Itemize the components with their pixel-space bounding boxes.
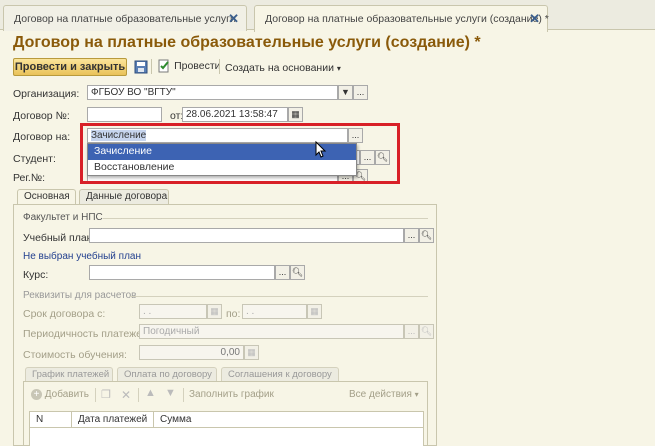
tab-contract-data[interactable]: Данные договора	[79, 189, 169, 204]
select-button[interactable]: ...	[275, 265, 290, 280]
contract-for-label: Договор на:	[13, 131, 71, 143]
search-icon[interactable]: 🔍︎	[419, 228, 434, 243]
toolbar-divider	[95, 388, 96, 402]
study-plan-label: Учебный план:	[23, 232, 96, 244]
toolbar-divider	[138, 388, 139, 402]
add-icon: +	[31, 389, 42, 400]
payment-section-label: Реквизиты для расчетов	[23, 290, 137, 301]
create-based-on-menu[interactable]: Создать на основании ▾	[225, 62, 341, 74]
create-based-on-label: Создать на основании	[225, 62, 334, 74]
calculator-icon[interactable]: ▦	[244, 345, 259, 360]
term-from-field[interactable]: . .	[139, 304, 207, 319]
column-header-payment-date[interactable]: Дата платежей	[72, 412, 154, 427]
add-button[interactable]: + Добавить	[31, 389, 89, 400]
calendar-icon[interactable]: ▦	[207, 304, 222, 319]
tab-contract-agreements[interactable]: Соглашения к договору	[221, 367, 339, 381]
tab-label: Договор на платные образовательные услуг…	[14, 13, 236, 25]
move-down-icon[interactable]: ▼	[165, 387, 176, 399]
fill-schedule-button[interactable]: Заполнить график	[189, 389, 274, 400]
highlight-box	[80, 123, 400, 184]
faculty-section-label: Факультет и НПС	[23, 212, 103, 223]
cost-label: Стоимость обучения:	[23, 349, 127, 361]
section-divider	[103, 218, 428, 219]
column-header-amount[interactable]: Сумма	[154, 412, 424, 427]
schedule-grid-body[interactable]	[29, 428, 424, 446]
all-actions-menu[interactable]: Все действия ▾	[349, 389, 419, 400]
close-icon[interactable]: ✕	[529, 11, 540, 27]
toolbar-divider	[219, 59, 220, 74]
date-field[interactable]: 28.06.2021 13:58:47	[182, 107, 288, 122]
calendar-icon[interactable]: ▦	[307, 304, 322, 319]
study-plan-field[interactable]	[89, 228, 404, 243]
search-icon[interactable]: 🔍︎	[419, 324, 434, 339]
tab-contract-list[interactable]: Договор на платные образовательные услуг…	[3, 5, 247, 31]
cost-field[interactable]: 0,00	[139, 345, 244, 360]
course-label: Курс:	[23, 269, 49, 281]
tab-contract-create[interactable]: Договор на платные образовательные услуг…	[254, 5, 549, 32]
term-to-label: по:	[226, 308, 241, 320]
all-actions-label: Все действия	[349, 389, 412, 400]
move-up-icon[interactable]: ▲	[145, 387, 156, 399]
term-from-label: Срок договора с:	[23, 308, 106, 320]
close-icon[interactable]: ✕	[228, 11, 239, 27]
periodicity-label: Периодичность платежей:	[23, 328, 151, 340]
schedule-grid-header: N Дата платежей Сумма	[29, 411, 424, 428]
contract-number-label: Договор №:	[13, 110, 70, 122]
periodicity-field[interactable]: Погодичный	[139, 324, 404, 339]
post-and-close-button[interactable]: Провести и закрыть	[13, 58, 127, 76]
tab-main[interactable]: Основная	[17, 189, 76, 205]
chevron-down-icon: ▾	[336, 64, 341, 73]
tab-label: Договор на платные образовательные услуг…	[265, 13, 549, 25]
post-icon	[158, 59, 169, 73]
organization-field[interactable]: ФГБОУ ВО "ВГТУ"	[87, 85, 338, 100]
student-label: Студент:	[13, 153, 56, 165]
tab-payment-schedule[interactable]: График платежей	[25, 367, 113, 381]
dropdown-icon[interactable]: ▼	[338, 85, 353, 100]
term-to-field[interactable]: . .	[242, 304, 307, 319]
column-header-n[interactable]: N	[30, 412, 72, 427]
post-button[interactable]: Провести	[157, 59, 221, 75]
organization-label: Организация:	[13, 88, 80, 100]
add-label: Добавить	[44, 389, 89, 400]
reg-number-label: Рег.№:	[13, 172, 46, 184]
post-label: Провести	[174, 59, 221, 72]
select-button[interactable]: ...	[404, 324, 419, 339]
toolbar-divider	[183, 388, 184, 402]
copy-icon[interactable]: ❐	[101, 388, 111, 401]
no-study-plan-text: Не выбран учебный план	[23, 251, 142, 262]
contract-number-field[interactable]	[87, 107, 162, 122]
section-divider	[130, 296, 428, 297]
save-icon[interactable]	[134, 60, 148, 74]
search-icon[interactable]: 🔍︎	[290, 265, 305, 280]
select-button[interactable]: ...	[404, 228, 419, 243]
select-button[interactable]: ...	[353, 85, 368, 100]
tab-contract-payments[interactable]: Оплата по договору	[117, 367, 217, 381]
page-title: Договор на платные образовательные услуг…	[13, 34, 481, 51]
chevron-down-icon: ▾	[414, 390, 419, 399]
calendar-icon[interactable]: ▦	[288, 107, 303, 122]
course-field[interactable]	[89, 265, 275, 280]
delete-icon[interactable]: ✕	[121, 388, 131, 402]
toolbar-divider	[151, 59, 152, 74]
